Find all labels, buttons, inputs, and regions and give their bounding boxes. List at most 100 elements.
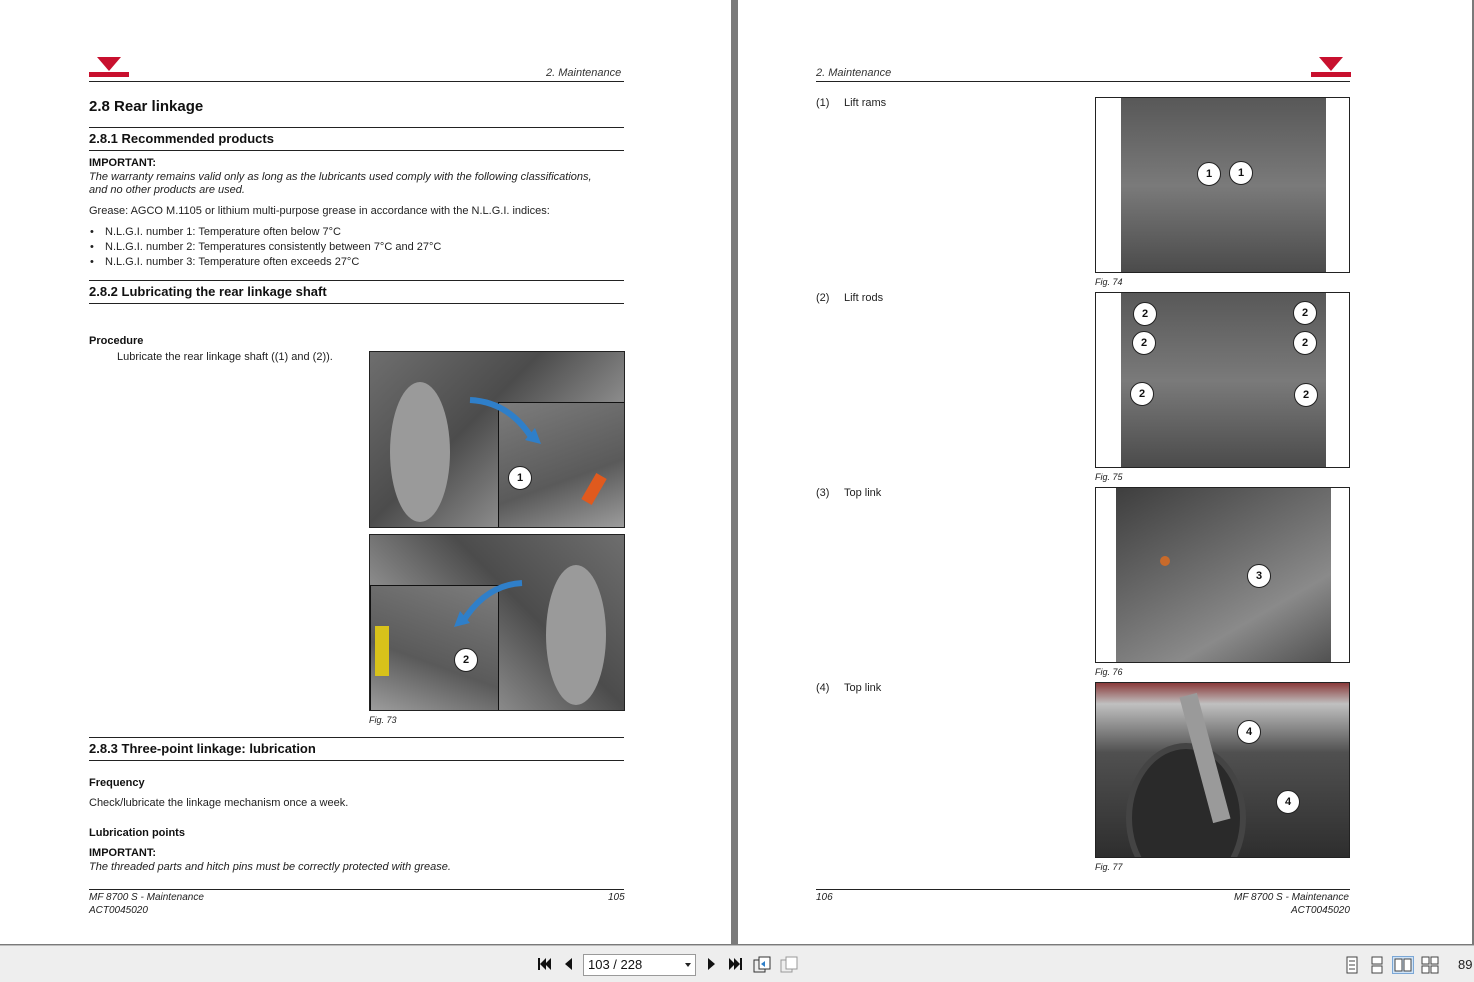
figure-caption: Fig. 73 (369, 715, 397, 725)
single-page-view-button[interactable] (1343, 956, 1361, 974)
figure-caption: Fig. 75 (1095, 472, 1123, 482)
lubrication-points-label: Lubrication points (89, 827, 185, 839)
first-page-icon (538, 958, 551, 970)
copy-page-button[interactable] (753, 956, 771, 974)
paste-page-button[interactable] (780, 956, 798, 974)
frequency-label: Frequency (89, 777, 145, 789)
grease-nipple (1160, 556, 1170, 566)
figure-caption: Fig. 76 (1095, 667, 1123, 677)
chevron-down-icon[interactable] (685, 963, 691, 967)
callout-marker: 2 (1294, 383, 1318, 407)
page-header-section: 2. Maintenance (546, 67, 622, 79)
legend-label: Top link (844, 682, 882, 694)
legend-label: Lift rods (844, 292, 884, 304)
wheel-shape (390, 382, 450, 522)
page-header-section: 2. Maintenance (816, 67, 892, 79)
header-rule (816, 81, 1350, 82)
legend-label: Lift rams (844, 97, 887, 109)
fig77-photo: 4 4 (1095, 682, 1350, 858)
continuous-view-button[interactable] (1368, 956, 1386, 974)
page-indicator-text: 103 / 228 (588, 957, 643, 972)
callout-marker: 2 (1130, 382, 1154, 406)
callout-marker: 1 (1197, 162, 1221, 186)
copy-page-icon (753, 956, 771, 973)
continuous-page-icon (1371, 956, 1383, 974)
document-viewport[interactable]: 2. Maintenance 2.8 Rear linkage 2.8.1 Re… (0, 0, 1474, 945)
previous-page-button[interactable] (560, 956, 578, 974)
callout-marker: 2 (1132, 331, 1156, 355)
first-page-button[interactable] (535, 956, 553, 974)
list-item: N.L.G.I. number 1: Temperature often bel… (90, 226, 341, 238)
paste-page-icon (780, 956, 798, 973)
figure-caption: Fig. 77 (1095, 862, 1123, 872)
section-rule (89, 760, 624, 761)
frequency-text: Check/lubricate the linkage mechanism on… (89, 797, 349, 809)
blue-arrow-icon (469, 397, 541, 444)
important-text-line-2: and no other products are used. (89, 184, 245, 196)
viewer-toolbar: 103 / 228 89 (0, 945, 1474, 982)
wheel-shape (546, 565, 606, 705)
section-rule (89, 303, 624, 304)
page-number: 106 (816, 892, 833, 903)
callout-marker: 2 (1293, 331, 1317, 355)
next-page-button[interactable] (702, 956, 720, 974)
massey-ferguson-logo (89, 57, 129, 79)
facing-pages-icon (1394, 958, 1412, 972)
top-link-shape (1116, 488, 1331, 662)
grease-nipple-cap (581, 473, 607, 505)
callout-marker: 1 (508, 466, 532, 490)
grease-text: Grease: AGCO M.1105 or lithium multi-pur… (89, 205, 550, 217)
callout-marker: 4 (1276, 790, 1300, 814)
legend-label: Top link (844, 487, 882, 499)
prev-page-icon (565, 958, 572, 970)
list-item: N.L.G.I. number 2: Temperatures consiste… (90, 241, 441, 253)
tyre-shape (1126, 743, 1246, 857)
fig75-photo: 2 2 2 2 2 2 (1095, 292, 1350, 468)
page-number-input[interactable]: 103 / 228 (583, 954, 696, 976)
facing-pages-view-button[interactable] (1392, 956, 1414, 974)
footer-code: ACT0045020 (89, 905, 148, 916)
single-page-icon (1346, 956, 1358, 974)
procedure-label: Procedure (89, 335, 144, 347)
zoom-level[interactable]: 89 (1458, 957, 1472, 972)
callout-marker: 2 (1133, 302, 1157, 326)
section-heading-2-8-3: 2.8.3 Three-point linkage: lubrication (89, 741, 316, 756)
callout-marker: 2 (1293, 301, 1317, 325)
section-rule (89, 737, 624, 738)
page-106: 2. Maintenance (1) Lift rams 1 1 Fig. 74… (738, 0, 1472, 944)
procedure-text: Lubricate the rear linkage shaft ((1) an… (117, 351, 333, 363)
page-105: 2. Maintenance 2.8 Rear linkage 2.8.1 Re… (0, 0, 731, 944)
yellow-part (375, 626, 389, 676)
footer-rule (89, 889, 624, 890)
fig73-photo-bottom: 2 (369, 534, 625, 711)
footer-rule (816, 889, 1350, 890)
important-text: The threaded parts and hitch pins must b… (89, 861, 451, 873)
list-item: N.L.G.I. number 3: Temperature often exc… (90, 256, 359, 268)
footer-title: MF 8700 S - Maintenance (89, 892, 204, 903)
massey-ferguson-logo (1311, 57, 1351, 79)
page-number: 105 (608, 892, 625, 903)
continuous-facing-view-button[interactable] (1421, 956, 1439, 974)
legend-number: (2) (816, 292, 830, 304)
important-label: IMPORTANT: (89, 157, 157, 169)
next-page-icon (708, 958, 715, 970)
section-rule (89, 280, 624, 281)
figure-caption: Fig. 74 (1095, 277, 1123, 287)
important-text-line-1: The warranty remains valid only as long … (89, 171, 592, 183)
legend-number: (4) (816, 682, 830, 694)
section-rule (89, 150, 624, 151)
footer-code: ACT0045020 (1291, 905, 1350, 916)
last-page-button[interactable] (727, 956, 745, 974)
legend-number: (3) (816, 487, 830, 499)
callout-marker: 3 (1247, 564, 1271, 588)
legend-number: (1) (816, 97, 830, 109)
callout-marker: 4 (1237, 720, 1261, 744)
fig76-photo: 3 (1095, 487, 1350, 663)
callout-marker: 1 (1229, 161, 1253, 185)
blue-arrow-icon (454, 580, 523, 627)
footer-title: MF 8700 S - Maintenance (1234, 892, 1349, 903)
section-heading-2-8-2: 2.8.2 Lubricating the rear linkage shaft (89, 284, 327, 299)
last-page-icon (729, 958, 742, 970)
fig73-photo-top: 1 (369, 351, 625, 528)
continuous-facing-icon (1421, 956, 1439, 974)
